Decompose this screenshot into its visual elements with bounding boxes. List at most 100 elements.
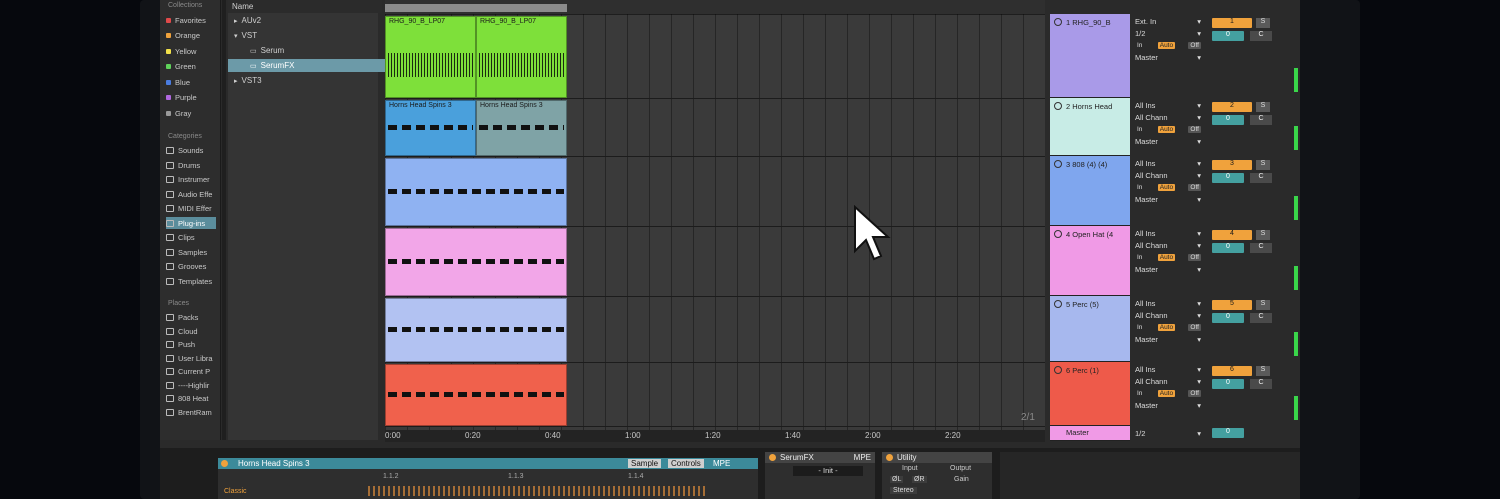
monitor-auto-button[interactable]: Auto [1157,126,1176,133]
input-channel-select[interactable]: All Chann ▾ [1132,240,1204,251]
category-item[interactable]: Audio Effe [166,188,216,200]
category-item[interactable]: Instrumer [166,174,216,186]
collection-item[interactable]: Favorites [166,14,206,26]
input-channel-select[interactable]: All Chann ▾ [1132,112,1204,123]
monitor-auto-button[interactable]: Auto [1157,390,1176,397]
monitor-auto-button[interactable]: Auto [1157,184,1176,191]
monitor-off-button[interactable]: Off [1188,42,1201,49]
arrangement-clip[interactable]: Horns Head Spins 3 [385,100,476,156]
track-header[interactable]: 3 808 (4) (4) [1050,156,1130,226]
monitor-in-button[interactable]: In [1135,390,1144,397]
monitor-auto-button[interactable]: Auto [1157,254,1176,261]
utility-device[interactable]: Utility Input Output ØL ØR Gain Stereo [882,452,992,499]
solo-button[interactable]: S [1256,230,1270,240]
monitor-in-button[interactable]: In [1135,254,1144,261]
track-header[interactable]: 5 Perc (5) [1050,296,1130,362]
pan-field[interactable]: C [1250,379,1272,389]
track-activator-button[interactable]: 5 [1212,300,1252,310]
track-activator-button[interactable]: 4 [1212,230,1252,240]
serumfx-device[interactable]: SerumFX MPE - Init - [765,452,875,499]
phase-left-button[interactable]: ØL [890,476,904,483]
browser-item[interactable]: ▾ VST [228,29,384,42]
track-header[interactable]: 4 Open Hat (4 [1050,226,1130,296]
device-power-icon[interactable] [886,454,893,461]
volume-field[interactable]: 0 [1212,243,1244,253]
place-item[interactable]: User Libra [166,352,213,364]
input-type-select[interactable]: All Ins ▾ [1132,100,1204,111]
browser-item[interactable]: ▸ VST3 [228,74,384,87]
fold-track-icon[interactable] [1054,300,1062,308]
solo-button[interactable]: S [1256,102,1270,112]
input-channel-select[interactable]: 1/2 ▾ [1132,28,1204,39]
master-track-header[interactable]: Master [1050,426,1130,441]
volume-field[interactable]: 0 [1212,115,1244,125]
input-type-select[interactable]: All Ins ▾ [1132,364,1204,375]
monitor-auto-button[interactable]: Auto [1157,324,1176,331]
input-channel-select[interactable]: All Chann ▾ [1132,376,1204,387]
browser-item[interactable]: ▸ AUv2 [228,14,384,27]
monitor-off-button[interactable]: Off [1188,390,1201,397]
output-select[interactable]: Master ▾ [1132,52,1204,63]
fold-track-icon[interactable] [1054,230,1062,238]
track-activator-button[interactable]: 2 [1212,102,1252,112]
category-item[interactable]: Plug-ins [166,217,216,229]
collection-item[interactable]: Purple [166,92,197,104]
time-ruler[interactable]: 0:00 0:20 0:40 1:00 1:20 1:40 2:00 2:20 [385,430,1045,442]
warp-mode-select[interactable]: Classic [224,488,247,495]
clip-detail-view[interactable]: Horns Head Spins 3 Sample Controls MPE 1… [218,458,758,499]
input-type-select[interactable]: Ext. In ▾ [1132,16,1204,27]
place-item[interactable]: Current P [166,366,210,378]
file-pane-header[interactable]: Name [228,0,382,13]
sample-tab[interactable]: Sample [628,459,662,468]
arrangement-clip[interactable] [385,298,567,362]
fold-track-icon[interactable] [1054,366,1062,374]
input-type-select[interactable]: All Ins ▾ [1132,158,1204,169]
category-item[interactable]: Templates [166,275,216,287]
monitor-in-button[interactable]: In [1135,324,1144,331]
phase-right-button[interactable]: ØR [912,476,927,483]
track-header[interactable]: 2 Horns Head [1050,98,1130,156]
collection-item[interactable]: Yellow [166,45,196,57]
track-activator-button[interactable]: 6 [1212,366,1252,376]
arrangement-clip[interactable]: RHG_90_B_LP07 [476,16,567,98]
arrangement-clip[interactable]: Horns Head Spins 3 [476,100,567,156]
sidebar-scrollbar[interactable] [222,0,226,440]
pan-field[interactable]: C [1250,31,1272,41]
master-volume-field[interactable]: 0 [1212,428,1244,438]
volume-field[interactable]: 0 [1212,313,1244,323]
place-item[interactable]: 808 Heat [166,393,208,405]
input-type-select[interactable]: All Ins ▾ [1132,228,1204,239]
output-select[interactable]: Master ▾ [1132,136,1204,147]
track-activator-button[interactable]: 3 [1212,160,1252,170]
category-item[interactable]: Grooves [166,261,216,273]
clip-activator-icon[interactable] [221,460,228,467]
fold-track-icon[interactable] [1054,160,1062,168]
arrangement-view[interactable]: 0:00 0:20 0:40 1:00 1:20 1:40 2:00 2:20 2/1 RHG… [385,0,1045,442]
controls-tab[interactable]: Controls [668,459,704,468]
fold-track-icon[interactable] [1054,102,1062,110]
master-output-select[interactable]: 1/2 ▾ [1132,428,1204,439]
fold-track-icon[interactable] [1054,18,1062,26]
mpe-tab[interactable]: MPE [713,459,730,468]
place-item[interactable]: BrentRam [166,406,212,418]
arrangement-clip[interactable]: RHG_90_B_LP07 [385,16,476,98]
arrangement-clip[interactable] [385,364,567,426]
track-header[interactable]: 1 RHG_90_B [1050,14,1130,98]
track-header[interactable]: 6 Perc (1) [1050,362,1130,426]
collection-item[interactable]: Blue [166,76,190,88]
input-channel-select[interactable]: All Chann ▾ [1132,170,1204,181]
monitor-off-button[interactable]: Off [1188,254,1201,261]
collection-item[interactable]: Orange [166,30,200,42]
volume-field[interactable]: 0 [1212,173,1244,183]
track-activator-button[interactable]: 1 [1212,18,1252,28]
monitor-in-button[interactable]: In [1135,126,1144,133]
browser-item[interactable]: ▭ SerumFX [228,59,400,72]
place-item[interactable]: Cloud [166,325,198,337]
arrangement-clip[interactable] [385,228,567,296]
volume-field[interactable]: 0 [1212,379,1244,389]
pan-field[interactable]: C [1250,173,1272,183]
loop-brace[interactable] [385,4,567,12]
monitor-off-button[interactable]: Off [1188,324,1201,331]
input-channel-select[interactable]: All Chann ▾ [1132,310,1204,321]
solo-button[interactable]: S [1256,366,1270,376]
